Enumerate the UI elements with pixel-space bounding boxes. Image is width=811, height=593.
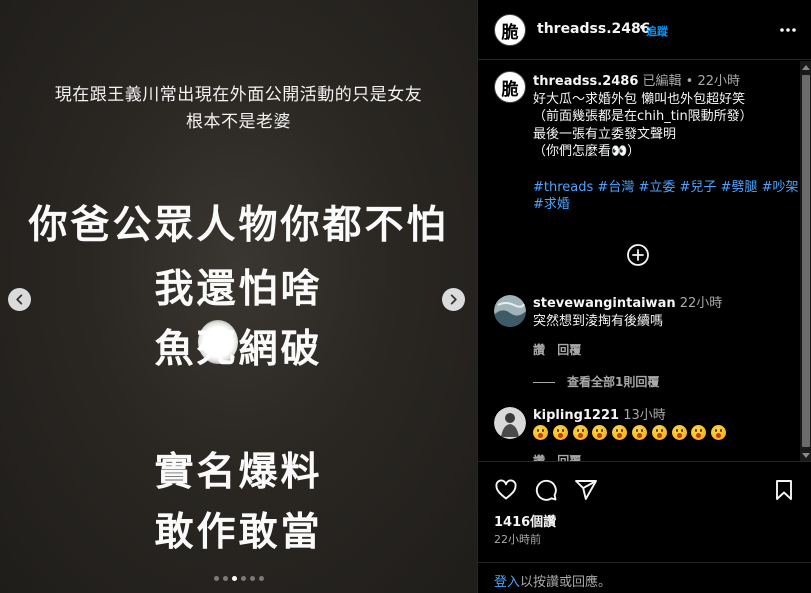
reply-comment-button[interactable]: 回覆	[557, 343, 581, 357]
caption-avatar[interactable]: 脆	[494, 71, 526, 103]
caption-line: 最後一張有立委發文聲明	[533, 126, 677, 142]
bookmark-icon[interactable]	[772, 478, 796, 502]
chevron-left-icon	[16, 294, 23, 305]
carousel-dot	[213, 576, 219, 581]
caption-separator: •	[685, 74, 694, 89]
media-text-line-6: 敢作敢當	[154, 510, 323, 555]
hashtag-link[interactable]: #立委	[638, 180, 675, 195]
commenter-username[interactable]: stevewangintaiwan	[533, 296, 676, 311]
surprised-face-emoji-icon	[631, 425, 647, 440]
scrollbar[interactable]	[800, 61, 811, 461]
post-timestamp: 22小時前	[494, 533, 541, 546]
commenter-username[interactable]: kipling1221	[533, 408, 619, 423]
media-text-line-5: 實名爆料	[154, 450, 323, 495]
author-avatar[interactable]: 脆	[494, 14, 526, 46]
login-link[interactable]: 登入	[494, 575, 520, 590]
hashtag-link[interactable]: #吵架	[762, 180, 799, 195]
replies-divider	[533, 382, 555, 383]
comment-text: 突然想到淩掏有後續嗎	[533, 314, 664, 329]
follow-button[interactable]: 追蹤	[646, 23, 668, 39]
view-replies-button[interactable]: 查看全部1則回覆	[533, 373, 659, 390]
carousel-prev-button[interactable]	[8, 288, 31, 311]
scroll-down-arrow[interactable]	[802, 453, 810, 458]
media-caption-line-1: 現在跟王義川常出現在外面公開活動的只是女友	[54, 85, 423, 105]
like-comment-button[interactable]: 讚	[533, 343, 545, 357]
comment-actions: 讚 回覆	[533, 341, 589, 358]
caption-line: 好大瓜～求婚外包 懶叫也外包超好笑	[533, 91, 746, 107]
comment-time: 22小時	[679, 296, 723, 311]
surprised-face-emoji-icon	[612, 425, 628, 440]
post-side-panel: 脆 threadss.2486 • 追蹤 脆 threadss.2486 已編輯…	[477, 0, 811, 593]
post-actions	[494, 478, 796, 504]
hashtag-link[interactable]: #台灣	[597, 180, 634, 195]
caption-first-line: threadss.2486 已編輯 • 22小時	[533, 73, 805, 91]
surprised-face-emoji-icon	[592, 425, 608, 440]
comments-scroll-area[interactable]: 脆 threadss.2486 已編輯 • 22小時 好大瓜～求婚外包 懶叫也外…	[478, 61, 811, 462]
surprised-face-emoji-icon	[671, 425, 687, 440]
post-header: 脆 threadss.2486 • 追蹤	[478, 0, 811, 60]
carousel-dot	[249, 576, 255, 581]
carousel-dot	[231, 576, 237, 581]
login-prompt: 登入以按讚或回應。	[478, 562, 811, 593]
surprised-face-emoji-icon	[572, 425, 588, 440]
add-circle-icon[interactable]	[626, 243, 650, 267]
surprised-face-emoji-icon	[711, 425, 727, 440]
hashtag-link[interactable]: #求婚	[533, 197, 570, 212]
surprised-face-emoji-icon	[651, 425, 667, 440]
comment-time: 13小時	[623, 408, 666, 423]
like-comment-button[interactable]: 讚	[533, 454, 545, 461]
comment-actions: 讚 回覆	[533, 452, 589, 461]
media-text-line-2: 我還怕啥	[154, 267, 323, 312]
hashtag-link[interactable]: #兒子	[680, 180, 717, 195]
heart-icon[interactable]	[494, 478, 518, 502]
scroll-up-arrow[interactable]	[802, 65, 810, 70]
post-media: 現在跟王義川常出現在外面公開活動的只是女友 根本不是老婆 你爸公眾人物你都不怕 …	[0, 0, 477, 593]
media-text-line-3: 魚死網破	[154, 327, 323, 372]
comment-icon[interactable]	[534, 478, 558, 502]
censor-blur	[198, 320, 238, 364]
carousel-indicator	[0, 576, 477, 581]
comment-body: kipling1221 13小時	[533, 407, 793, 444]
surprised-face-emoji-icon	[552, 425, 568, 440]
likes-count[interactable]: 1416個讚	[494, 511, 556, 530]
comment-emojis	[533, 425, 731, 442]
view-replies-label: 查看全部1則回覆	[567, 375, 660, 389]
reply-comment-button[interactable]: 回覆	[557, 454, 581, 461]
media-caption-line-2: 根本不是老婆	[186, 112, 291, 132]
caption-edited: 已編輯	[642, 74, 682, 89]
chevron-right-icon	[450, 294, 457, 305]
commenter-avatar[interactable]	[494, 295, 526, 327]
carousel-next-button[interactable]	[442, 288, 465, 311]
share-icon[interactable]	[574, 478, 598, 502]
carousel-dot	[222, 576, 228, 581]
caption-text: threadss.2486 已編輯 • 22小時 好大瓜～求婚外包 懶叫也外包超…	[533, 73, 805, 214]
scrollbar-thumb[interactable]	[802, 75, 810, 447]
author-username[interactable]: threadss.2486	[537, 21, 650, 37]
more-options-icon[interactable]	[776, 18, 800, 42]
comment-body: stevewangintaiwan 22小時 突然想到淩掏有後續嗎	[533, 295, 793, 331]
caption-time: 22小時	[697, 74, 741, 89]
login-text: 以按讚或回應。	[520, 575, 612, 590]
surprised-face-emoji-icon	[533, 425, 548, 440]
hashtag-link[interactable]: #劈腿	[721, 180, 758, 195]
commenter-avatar[interactable]	[494, 407, 526, 439]
caption-username[interactable]: threadss.2486	[533, 74, 638, 89]
media-text-line-1: 你爸公眾人物你都不怕	[28, 203, 449, 248]
carousel-dot	[240, 576, 246, 581]
caption-line: （你們怎麼看👀）	[533, 144, 641, 159]
hashtag-link[interactable]: #threads	[533, 180, 593, 195]
caption-line: （前面幾張都是在chih_tin限動所發）	[533, 109, 753, 124]
hashtag-list: #threads #台灣 #立委 #兒子 #劈腿 #吵架 #求婚	[533, 179, 805, 214]
carousel-dot	[258, 576, 264, 581]
surprised-face-emoji-icon	[691, 425, 707, 440]
